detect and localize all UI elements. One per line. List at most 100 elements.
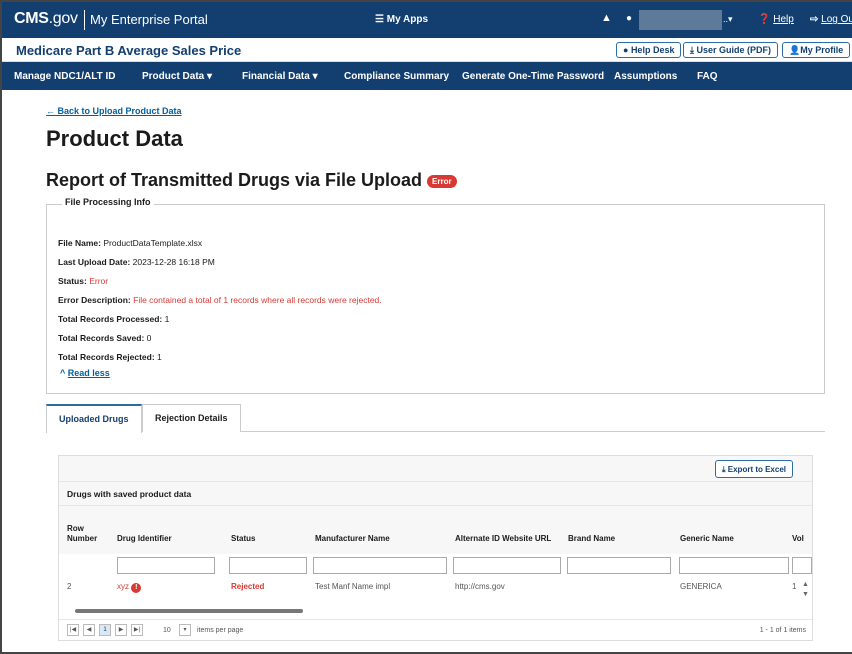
- help-desk-label: Help Desk: [630, 45, 675, 55]
- filter-generic-name[interactable]: [679, 557, 789, 574]
- bell-icon[interactable]: ▲: [601, 12, 612, 24]
- status-value: Error: [89, 276, 109, 286]
- my-profile-button[interactable]: 👤My Profile: [782, 42, 851, 58]
- filter-manufacturer[interactable]: [313, 557, 447, 574]
- tab-uploaded-drugs[interactable]: Uploaded Drugs: [46, 404, 142, 433]
- col-status[interactable]: Status: [231, 534, 255, 543]
- pager-info: 1 - 1 of 1 items: [759, 627, 806, 634]
- file-info-legend: File Processing Info: [62, 197, 154, 207]
- page-title: Product Data: [46, 126, 183, 151]
- cms-logo[interactable]: CMS.gov: [14, 10, 78, 28]
- tab-bar: Uploaded Drugs Rejection Details: [46, 404, 825, 433]
- user-menu-toggle[interactable]: ..▾: [723, 14, 733, 25]
- next-page-icon[interactable]: ▶: [115, 624, 127, 636]
- top-bar: CMS.gov My Enterprise Portal ☰ My Apps ▲…: [2, 2, 852, 38]
- scrollbar-thumb[interactable]: [75, 609, 303, 613]
- upload-date-row: Last Upload Date: 2023-12-28 16:18 PM: [58, 257, 215, 267]
- nav-manage-ndc[interactable]: Manage NDC1/ALT ID: [14, 71, 116, 82]
- page-size-dropdown-icon[interactable]: ▾: [179, 624, 191, 636]
- nav-product-data[interactable]: Product Data ▾: [142, 71, 212, 82]
- cell-alt-id-url: http://cms.gov: [455, 582, 505, 591]
- my-apps-button[interactable]: ☰ My Apps: [375, 14, 428, 25]
- brand-gov: .gov: [48, 10, 78, 27]
- nav-faq[interactable]: FAQ: [697, 71, 718, 82]
- grid-toolbar: ⤓ Export to Excel: [59, 456, 812, 482]
- col-number[interactable]: Number: [67, 534, 97, 543]
- user-icon: ●: [626, 13, 633, 24]
- horizontal-scrollbar[interactable]: [69, 608, 799, 614]
- filter-brand-name[interactable]: [567, 557, 671, 574]
- my-profile-label: My Profile: [800, 45, 844, 55]
- main-nav: Manage NDC1/ALT ID Product Data ▾ Financ…: [2, 62, 852, 90]
- filter-drug-identifier[interactable]: [117, 557, 215, 574]
- tab-rejection-details[interactable]: Rejection Details: [142, 404, 241, 432]
- upload-date-label: Last Upload Date:: [58, 257, 131, 267]
- redacted-username[interactable]: [639, 10, 722, 30]
- read-less-label: Read less: [67, 368, 110, 378]
- brand-bold: CMS: [14, 10, 49, 27]
- table-row[interactable]: 2 xyz ! Rejected Test Manf Name impl htt…: [59, 580, 812, 596]
- col-generic-name[interactable]: Generic Name: [680, 534, 734, 543]
- col-vol[interactable]: Vol: [792, 534, 804, 543]
- user-guide-button[interactable]: ⤓ User Guide (PDF): [683, 42, 778, 58]
- user-guide-label: User Guide (PDF): [696, 45, 771, 55]
- logout-link[interactable]: ⇨ Log Out: [810, 14, 852, 25]
- error-desc-label: Error Description:: [58, 295, 131, 305]
- filter-vol[interactable]: [792, 557, 812, 574]
- cell-generic-name: GENERICA: [680, 582, 722, 591]
- nav-compliance-summary[interactable]: Compliance Summary: [344, 71, 449, 82]
- error-desc-row: Error Description: File contained a tota…: [58, 295, 382, 305]
- rejected-label: Total Records Rejected:: [58, 352, 155, 362]
- brand-divider: [84, 10, 85, 30]
- last-page-icon[interactable]: ▶|: [131, 624, 143, 636]
- read-less-link[interactable]: ^ Read less: [60, 368, 110, 378]
- browser-frame: CMS.gov My Enterprise Portal ☰ My Apps ▲…: [0, 0, 852, 654]
- nav-assumptions[interactable]: Assumptions: [614, 71, 677, 82]
- chevron-up-icon: ^: [60, 368, 66, 378]
- nav-financial-data[interactable]: Financial Data ▾: [242, 71, 318, 82]
- export-excel-button[interactable]: ⤓ Export to Excel: [715, 460, 794, 478]
- alert-icon[interactable]: !: [131, 583, 142, 593]
- export-label: Export to Excel: [727, 465, 787, 474]
- prev-page-icon[interactable]: ◀: [83, 624, 95, 636]
- cell-manufacturer: Test Manf Name impl: [315, 582, 391, 591]
- col-manufacturer[interactable]: Manufacturer Name: [315, 534, 390, 543]
- help-link[interactable]: ❓ Help: [758, 14, 794, 25]
- col-drug-identifier[interactable]: Drug Identifier: [117, 534, 172, 543]
- items-per-page-label: items per page: [197, 627, 244, 634]
- filter-alt-id-url[interactable]: [453, 557, 561, 574]
- saved-row: Total Records Saved: 0: [58, 333, 151, 343]
- col-row[interactable]: Row: [67, 524, 84, 533]
- rejected-row: Total Records Rejected: 1: [58, 352, 162, 362]
- vertical-scrollbar[interactable]: ▲ ▼: [801, 580, 810, 602]
- nav-generate-otp[interactable]: Generate One-Time Password: [462, 71, 604, 82]
- help-desk-button[interactable]: ● Help Desk: [616, 42, 682, 58]
- saved-label: Total Records Saved:: [58, 333, 145, 343]
- error-desc-value: File contained a total of 1 records wher…: [133, 295, 382, 305]
- filter-status[interactable]: [229, 557, 307, 574]
- portal-name: My Enterprise Portal: [90, 12, 208, 27]
- col-alt-id-url[interactable]: Alternate ID Website URL: [455, 534, 551, 543]
- help-label: Help: [773, 14, 794, 25]
- drugs-grid: ⤓ Export to Excel Drugs with saved produ…: [58, 455, 813, 641]
- drug-id-value: xyz: [117, 582, 129, 591]
- first-page-icon[interactable]: |◀: [67, 624, 79, 636]
- help-icon: ❓: [758, 14, 771, 25]
- col-brand-name[interactable]: Brand Name: [568, 534, 615, 543]
- grid-pager: |◀ ◀ 1 ▶ ▶| 10 ▾ items per page 1 - 1 of…: [59, 619, 812, 641]
- processed-row: Total Records Processed: 1: [58, 314, 169, 324]
- page-1-button[interactable]: 1: [99, 624, 111, 636]
- status-row: Status: Error: [58, 276, 108, 286]
- page-size-value[interactable]: 10: [163, 627, 171, 634]
- logout-icon: ⇨: [810, 14, 819, 25]
- sub-header: Medicare Part B Average Sales Price ● He…: [2, 38, 852, 62]
- grid-caption: Drugs with saved product data: [59, 482, 812, 506]
- upload-date-value: 2023-12-28 16:18 PM: [132, 257, 215, 267]
- report-title: Report of Transmitted Drugs via File Upl…: [46, 170, 423, 190]
- processed-label: Total Records Processed:: [58, 314, 163, 324]
- back-link[interactable]: ← Back to Upload Product Data: [46, 106, 182, 116]
- rejected-value: 1: [157, 352, 162, 362]
- app-title: Medicare Part B Average Sales Price: [16, 43, 242, 58]
- file-name-label: File Name:: [58, 238, 101, 248]
- file-name-row: File Name: ProductDataTemplate.xlsx: [58, 238, 202, 248]
